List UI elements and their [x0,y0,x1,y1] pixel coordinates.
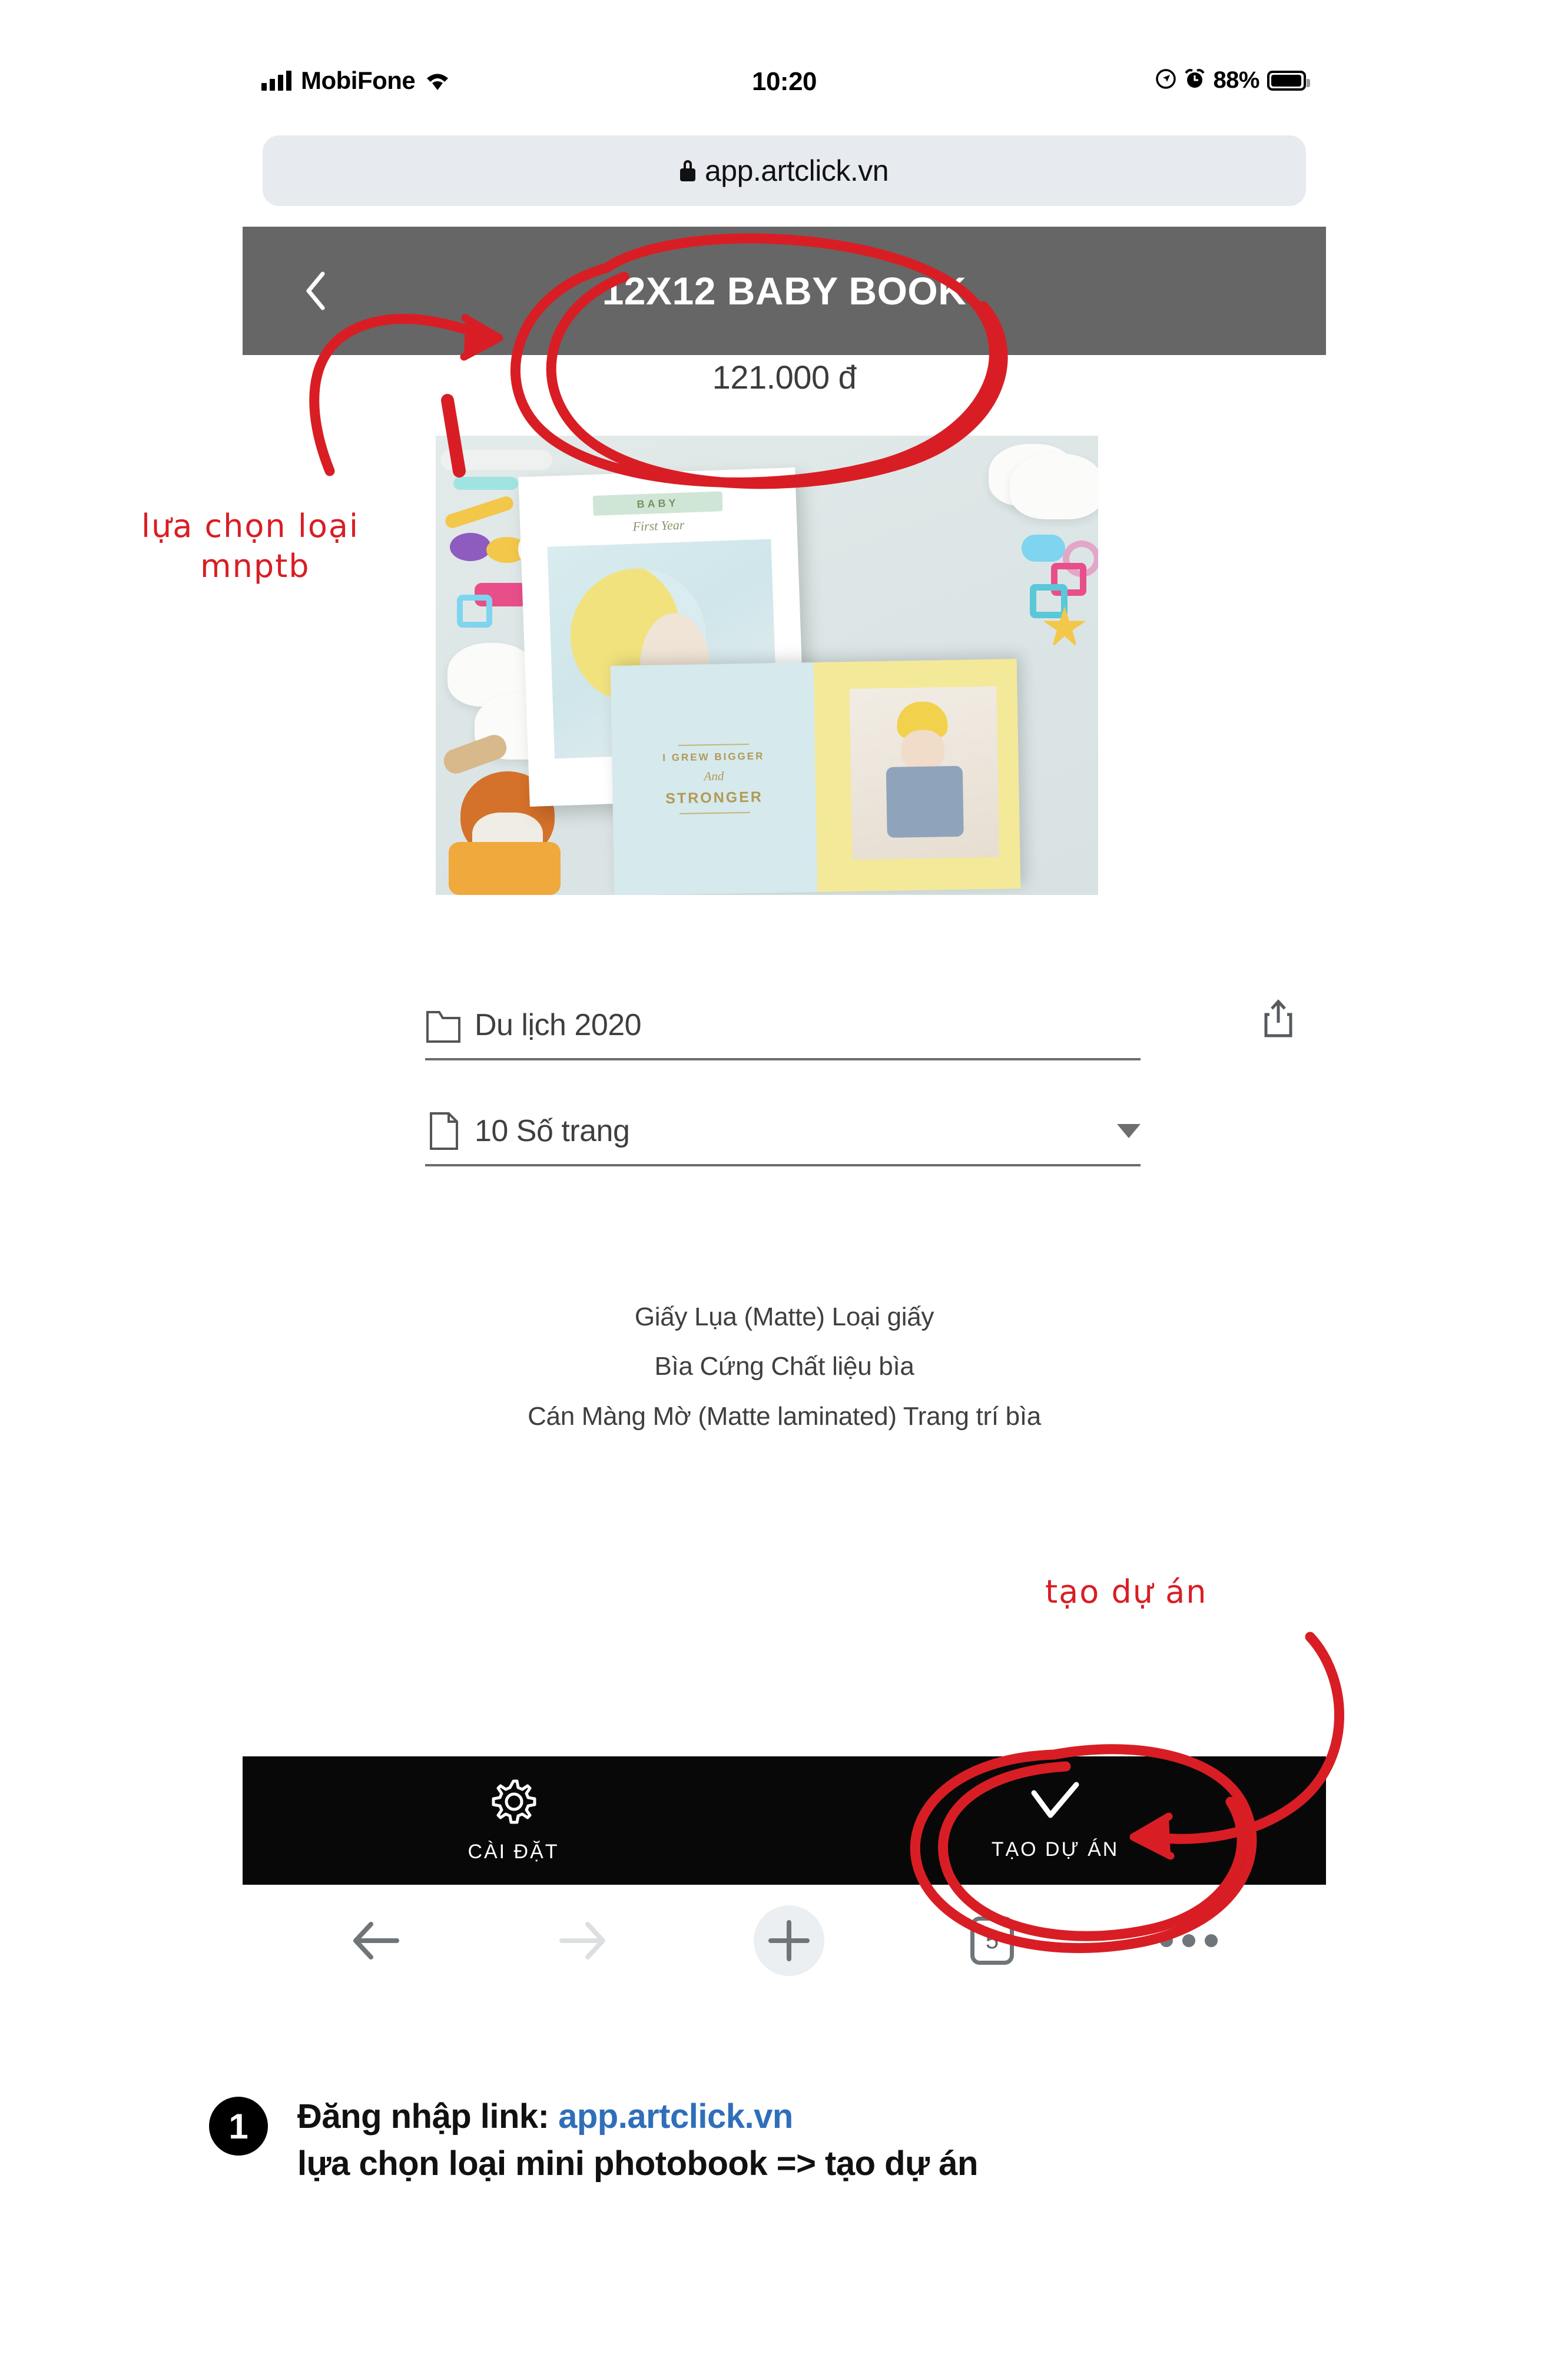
create-project-label: TẠO DỰ ÁN [991,1838,1119,1861]
page-title: 12X12 BABY BOOK [602,269,967,313]
project-folder-field[interactable]: Du lịch 2020 [425,992,1141,1060]
share-icon[interactable] [1262,999,1294,1038]
spread-line-1: I GREW BIGGER [662,750,765,764]
gear-icon [489,1778,538,1829]
carrier-label: MobiFone [301,67,416,94]
page-count-select[interactable]: 10 Số trang [425,1098,1141,1166]
field-underline [425,1058,1141,1060]
app-header: 12X12 BABY BOOK [243,227,1326,355]
phone-screenshot: MobiFone 10:20 88% app.artclick.vn 12X12… [243,53,1326,1984]
battery-percent-label: 88% [1213,67,1259,93]
status-bar-right: 88% [1155,67,1310,94]
spread-line-2: And [704,768,724,784]
book-spread-mockup: I GREW BIGGER And STRONGER [610,659,1021,895]
safari-bottom-toolbar: 5 [243,1885,1326,1997]
field-underline [425,1164,1141,1166]
status-bar-left: MobiFone [261,68,450,93]
page-count-value: 10 Số trang [475,1114,630,1148]
location-arrow-icon [1155,68,1176,92]
baby-photobook-hero-image: BABY First Year I GREW BIGGER And STRONG… [436,436,1098,895]
clock-label: 10:20 [751,67,817,96]
annotation-left-note-line1: lựa chọn loại [141,508,359,545]
battery-icon [1267,70,1310,91]
status-bar: MobiFone 10:20 88% [243,53,1326,118]
project-folder-value: Du lịch 2020 [475,1008,642,1042]
chevron-down-icon[interactable] [1117,1124,1141,1138]
caption-lines: Đăng nhập link: app.artclick.vn lựa chọn… [297,2093,1387,2187]
settings-label: CÀI ĐẶT [468,1841,559,1863]
tabs-count-button[interactable]: 5 [970,1917,1014,1965]
spread-line-3: STRONGER [665,788,764,807]
forward-arrow-icon[interactable] [552,1916,608,1965]
cellular-bars-icon [261,71,291,91]
address-bar-inner: app.artclick.vn [679,154,889,188]
url-text: app.artclick.vn [704,154,889,187]
page-icon [425,1111,462,1151]
plus-icon[interactable] [754,1905,824,1976]
chevron-left-icon[interactable] [304,271,327,310]
spec-cover-material: Bìa Cứng Chất liệu bìa [654,1352,914,1381]
wifi-icon [425,71,450,91]
product-price: 121.000 đ [712,359,857,396]
book-cover-title: BABY [592,491,723,516]
annotation-left-note-line2: mnptb [200,547,310,585]
spec-cover-finish: Cán Màng Mờ (Matte laminated) Trang trí … [528,1401,1041,1431]
spec-paper-type: Giấy Lụa (Matte) Loại giấy [634,1302,934,1331]
book-cover-subtitle: First Year [632,517,685,534]
caption-line-1-prefix: Đăng nhập link: [297,2097,559,2136]
caption-link[interactable]: app.artclick.vn [558,2097,793,2136]
annotation-right-note: tạo dự án [1045,1573,1208,1610]
folder-icon [425,1005,462,1045]
alarm-clock-icon [1184,68,1205,92]
lock-icon [679,160,695,181]
step-number-badge: 1 [209,2097,268,2156]
back-arrow-icon[interactable] [351,1916,406,1965]
more-dots-icon[interactable] [1160,1934,1218,1947]
annotation-left-note: lựa chọn loại mnptb [141,506,359,586]
check-icon [1028,1780,1082,1826]
caption-block: 1 Đăng nhập link: app.artclick.vn lựa ch… [209,2093,1387,2187]
app-bottom-toolbar: CÀI ĐẶT TẠO DỰ ÁN [243,1756,1326,1885]
caption-line-2: lựa chọn loại mini photobook => tạo dự á… [297,2144,978,2183]
screenshot-page: MobiFone 10:20 88% app.artclick.vn 12X12… [0,0,1568,2354]
product-specs: Giấy Lụa (Matte) Loại giấy Bìa Cứng Chất… [243,1292,1326,1441]
create-project-button[interactable]: TẠO DỰ ÁN [784,1756,1326,1885]
address-bar[interactable]: app.artclick.vn [263,135,1306,206]
settings-button[interactable]: CÀI ĐẶT [243,1756,784,1885]
caption-line-1: Đăng nhập link: app.artclick.vn [297,2093,1387,2140]
